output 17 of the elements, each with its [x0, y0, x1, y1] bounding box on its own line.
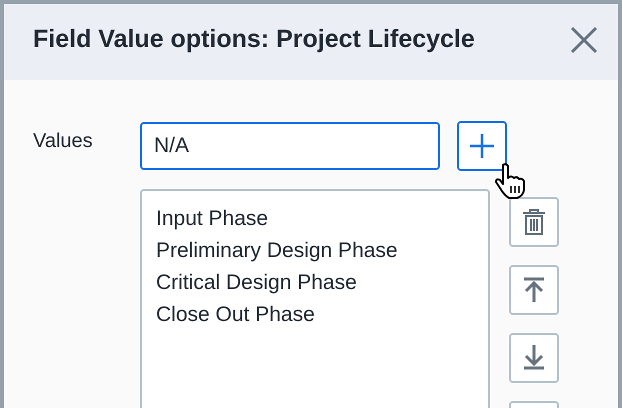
list-option[interactable]: Close Out Phase	[156, 299, 315, 331]
values-listbox[interactable]: Input Phase Preliminary Design Phase Critical Design Phase Close Out Phase	[140, 189, 490, 408]
plus-icon	[469, 133, 495, 159]
list-option[interactable]: Preliminary Design Phase	[156, 235, 398, 267]
value-input-field[interactable]: N/A	[140, 122, 440, 170]
hand-cursor-icon	[494, 162, 528, 200]
move-to-top-button[interactable]	[509, 265, 559, 315]
list-option[interactable]: Input Phase	[156, 203, 268, 235]
dialog-title: Field Value options: Project Lifecycle	[33, 24, 475, 56]
values-label: Values	[33, 129, 94, 154]
delete-button[interactable]	[509, 197, 559, 247]
list-option[interactable]: Critical Design Phase	[156, 267, 357, 299]
close-button[interactable]	[568, 24, 600, 56]
move-to-bottom-button[interactable]	[509, 333, 559, 383]
trash-icon	[520, 207, 548, 237]
add-button[interactable]	[457, 121, 507, 171]
close-icon	[570, 26, 598, 54]
